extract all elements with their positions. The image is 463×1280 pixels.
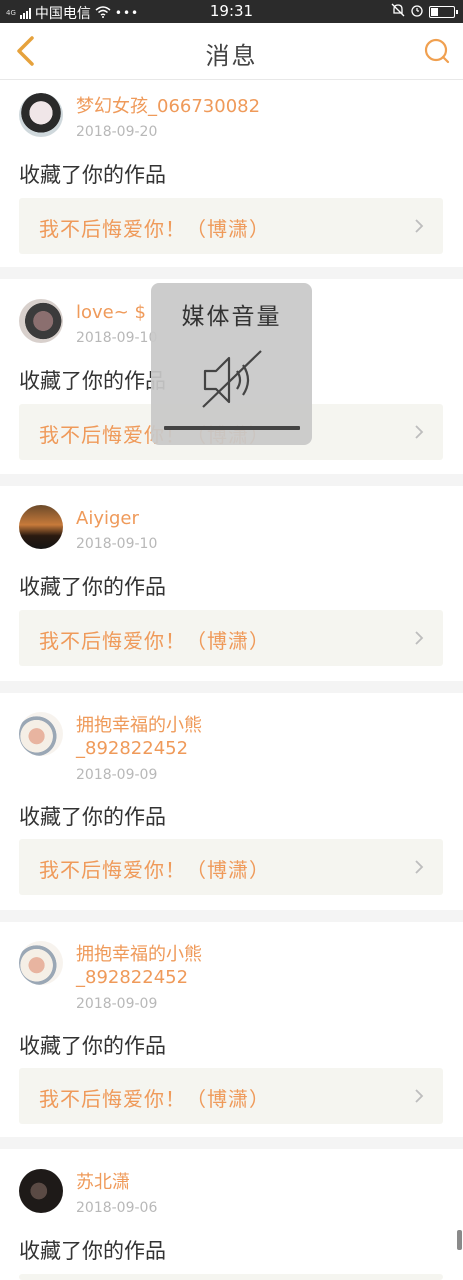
- chevron-right-icon: [413, 1086, 425, 1106]
- avatar[interactable]: [19, 505, 63, 549]
- mute-bell-icon: [391, 3, 405, 21]
- work-card[interactable]: 我不后悔爱你！（博潇）: [19, 198, 443, 254]
- alarm-icon: [410, 3, 424, 21]
- volume-level-bar[interactable]: [164, 426, 300, 430]
- message-date: 2018-09-09: [76, 767, 158, 783]
- avatar[interactable]: [19, 1169, 63, 1213]
- avatar[interactable]: [19, 93, 63, 137]
- search-icon[interactable]: [421, 35, 453, 67]
- action-text: 收藏了你的作品: [19, 1239, 166, 1263]
- divider: [0, 474, 463, 486]
- page-title: 消息: [205, 42, 258, 70]
- list-item[interactable]: Aiyiger 2018-09-10 收藏了你的作品 我不后悔爱你！（博潇）: [0, 486, 463, 681]
- divider: [0, 681, 463, 693]
- username[interactable]: 苏北潇: [76, 1172, 130, 1194]
- username[interactable]: 梦幻女孩_066730082: [76, 96, 260, 118]
- divider: [0, 910, 463, 922]
- action-text: 收藏了你的作品: [19, 575, 166, 599]
- volume-popup: 媒体音量: [151, 283, 312, 445]
- work-title: 我不后悔爱你！（博潇）: [39, 858, 270, 882]
- username[interactable]: Aiyiger: [76, 508, 139, 530]
- speaker-muted-icon: [199, 347, 265, 413]
- list-item[interactable]: 苏北潇 2018-09-06 收藏了你的作品: [0, 1149, 463, 1280]
- username[interactable]: love~ $: [76, 302, 146, 324]
- message-date: 2018-09-10: [76, 330, 158, 346]
- action-text: 收藏了你的作品: [19, 805, 166, 829]
- work-card[interactable]: 我不后悔爱你！（博潇）: [19, 610, 443, 666]
- list-item[interactable]: 梦幻女孩_066730082 2018-09-20 收藏了你的作品 我不后悔爱你…: [0, 80, 463, 267]
- message-date: 2018-09-10: [76, 536, 158, 552]
- message-date: 2018-09-09: [76, 996, 158, 1012]
- divider: [0, 267, 463, 279]
- work-card[interactable]: [19, 1274, 443, 1280]
- avatar[interactable]: [19, 941, 63, 985]
- chevron-right-icon: [413, 628, 425, 648]
- scrollbar[interactable]: [457, 1230, 462, 1250]
- username-line1[interactable]: 拥抱幸福的小熊: [76, 715, 202, 737]
- work-card[interactable]: 我不后悔爱你！（博潇）: [19, 839, 443, 895]
- status-bar: 4G 中国电信 ••• 19:31: [0, 0, 463, 23]
- action-text: 收藏了你的作品: [19, 163, 166, 187]
- message-date: 2018-09-20: [76, 124, 158, 140]
- avatar[interactable]: [19, 299, 63, 343]
- work-title: 我不后悔爱你！（博潇）: [39, 217, 270, 241]
- work-title: 我不后悔爱你！（博潇）: [39, 629, 270, 653]
- message-date: 2018-09-06: [76, 1200, 158, 1216]
- divider: [0, 1137, 463, 1149]
- battery-icon: [429, 6, 458, 18]
- chevron-right-icon: [413, 422, 425, 442]
- username-line1[interactable]: 拥抱幸福的小熊: [76, 944, 202, 966]
- username-line2[interactable]: _892822452: [76, 738, 188, 760]
- chevron-right-icon: [413, 216, 425, 236]
- action-text: 收藏了你的作品: [19, 1034, 166, 1058]
- work-card[interactable]: 我不后悔爱你！（博潇）: [19, 1068, 443, 1124]
- work-title: 我不后悔爱你！（博潇）: [39, 1087, 270, 1111]
- chevron-right-icon: [413, 857, 425, 877]
- nav-bar: 消息: [0, 23, 463, 80]
- volume-title: 媒体音量: [181, 304, 282, 330]
- list-item[interactable]: 拥抱幸福的小熊 _892822452 2018-09-09 收藏了你的作品 我不…: [0, 693, 463, 910]
- list-item[interactable]: 拥抱幸福的小熊 _892822452 2018-09-09 收藏了你的作品 我不…: [0, 922, 463, 1137]
- action-text: 收藏了你的作品: [19, 369, 166, 393]
- avatar[interactable]: [19, 712, 63, 756]
- username-line2[interactable]: _892822452: [76, 967, 188, 989]
